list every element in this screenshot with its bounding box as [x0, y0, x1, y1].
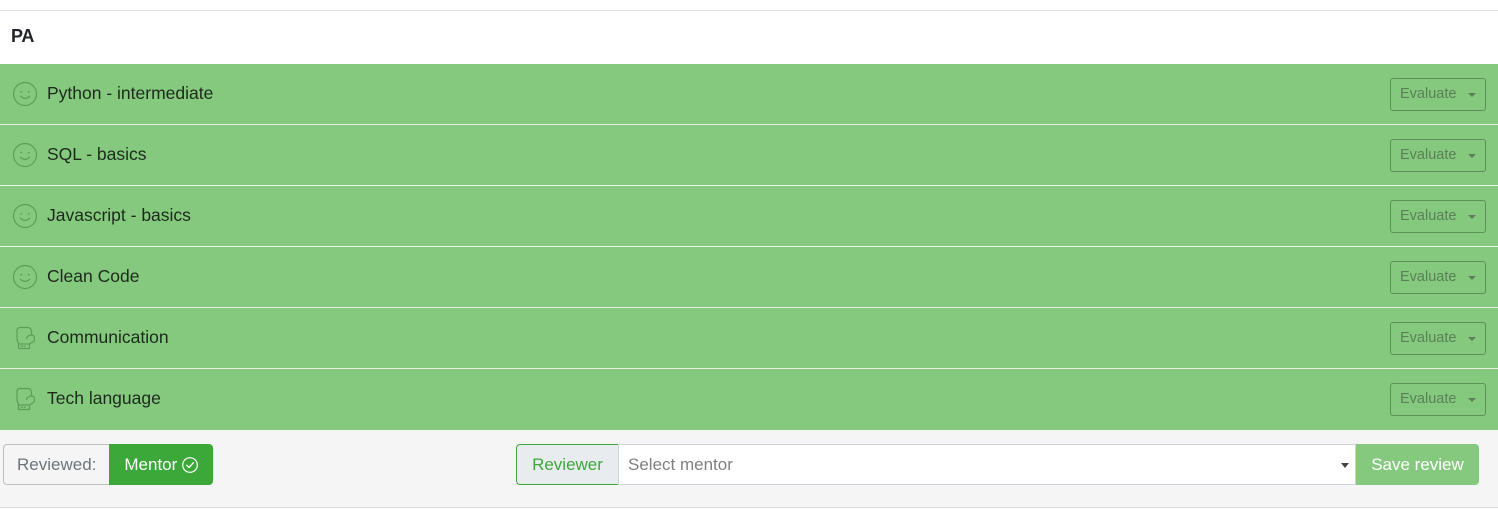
smile-icon — [12, 81, 38, 107]
select-mentor-placeholder: Select mentor — [628, 455, 733, 474]
reviewed-status: Reviewed: Mentor — [3, 444, 214, 485]
evaluate-dropdown-button[interactable]: Evaluate — [1390, 322, 1486, 355]
evaluate-label: Evaluate — [1400, 391, 1457, 407]
skill-label: Clean Code — [47, 266, 140, 286]
caret-down-icon — [1468, 276, 1476, 280]
select-mentor-dropdown[interactable]: Select mentor — [618, 444, 1356, 485]
smile-icon — [12, 203, 38, 229]
boxing-glove-icon — [12, 386, 38, 412]
section-title: PA — [11, 26, 35, 46]
evaluate-label: Evaluate — [1400, 208, 1457, 224]
check-circle-icon — [181, 456, 199, 474]
evaluate-label: Evaluate — [1400, 147, 1457, 163]
smile-icon — [12, 264, 38, 290]
evaluate-dropdown-button[interactable]: Evaluate — [1390, 200, 1486, 233]
reviewed-label: Reviewed: — [3, 444, 110, 485]
caret-down-icon — [1468, 215, 1476, 219]
evaluate-dropdown-button[interactable]: Evaluate — [1390, 78, 1486, 111]
save-review-button[interactable]: Save review — [1356, 444, 1479, 485]
evaluate-label: Evaluate — [1400, 269, 1457, 285]
skill-list: Python - intermediate Evaluate SQL - bas… — [0, 64, 1498, 430]
caret-down-icon — [1468, 398, 1476, 402]
caret-down-icon — [1341, 463, 1349, 468]
skill-row-tech-language: Tech language Evaluate — [0, 369, 1498, 430]
skill-label: Tech language — [47, 388, 161, 408]
evaluate-dropdown-button[interactable]: Evaluate — [1390, 383, 1486, 416]
page: PA Python - intermediate Evaluate SQL - … — [0, 0, 1498, 509]
mentor-badge: Mentor — [109, 444, 214, 485]
section-header: PA — [0, 11, 1498, 64]
reviewer-input-group: Reviewer Select mentor Save review — [516, 444, 1479, 485]
evaluate-label: Evaluate — [1400, 330, 1457, 346]
caret-down-icon — [1468, 93, 1476, 97]
evaluate-dropdown-button[interactable]: Evaluate — [1390, 139, 1486, 172]
smile-icon — [12, 142, 38, 168]
skill-row-clean-code: Clean Code Evaluate — [0, 247, 1498, 308]
evaluate-label: Evaluate — [1400, 86, 1457, 102]
skill-row-sql: SQL - basics Evaluate — [0, 125, 1498, 186]
skill-label: SQL - basics — [47, 144, 147, 164]
reviewer-label: Reviewer — [516, 444, 618, 485]
skill-row-javascript: Javascript - basics Evaluate — [0, 186, 1498, 247]
review-footer: Reviewed: Mentor Reviewer Select mentor … — [0, 430, 1498, 508]
caret-down-icon — [1468, 154, 1476, 158]
skill-label: Communication — [47, 327, 169, 347]
mentor-badge-label: Mentor — [124, 455, 178, 474]
skill-label: Javascript - basics — [47, 205, 191, 225]
skill-row-communication: Communication Evaluate — [0, 308, 1498, 369]
skill-row-python: Python - intermediate Evaluate — [0, 64, 1498, 125]
skill-label: Python - intermediate — [47, 83, 214, 103]
caret-down-icon — [1468, 337, 1476, 341]
evaluate-dropdown-button[interactable]: Evaluate — [1390, 261, 1486, 294]
boxing-glove-icon — [12, 325, 38, 351]
